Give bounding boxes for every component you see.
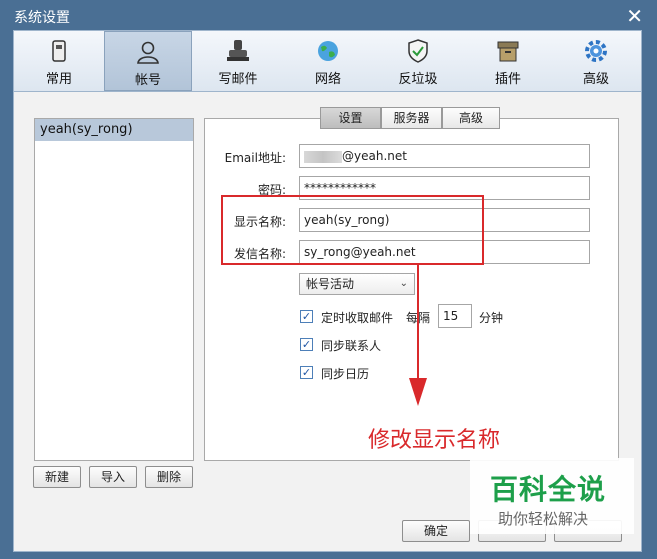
toolbar-plugin[interactable]: 插件: [464, 31, 552, 91]
sender-name-field[interactable]: sy_rong@yeah.net: [299, 240, 590, 264]
toolbar-compose-label: 写邮件: [218, 72, 258, 87]
toolbar-general[interactable]: 常用: [15, 31, 103, 91]
sync-contacts-label: 同步联系人: [321, 339, 382, 353]
email-value: @yeah.net: [342, 149, 407, 163]
compose-icon: [227, 40, 249, 61]
account-activity-value: 帐号活动: [306, 277, 355, 291]
toolbar-antispam[interactable]: 反垃圾: [374, 31, 462, 91]
account-icon: [137, 41, 159, 64]
watermark-logo: 百科全说: [490, 473, 607, 506]
password-label: 密码:: [257, 183, 286, 197]
display-name-label: 显示名称:: [233, 215, 286, 229]
tab-advanced[interactable]: 高级: [442, 107, 500, 129]
title-bar: 系统设置 ✕: [0, 0, 657, 32]
new-account-button[interactable]: 新建: [33, 466, 81, 488]
password-field[interactable]: ************: [299, 176, 590, 200]
arrow-down-icon: [409, 264, 427, 406]
toolbar-network-label: 网络: [314, 72, 341, 87]
watermark: 百科全说 助你轻松解决: [470, 458, 634, 534]
annotation-text: 修改显示名称: [368, 428, 501, 453]
sync-calendar-checkbox[interactable]: ✓: [300, 366, 313, 379]
antispam-icon: [408, 39, 428, 63]
toolbar-plugin-label: 插件: [494, 72, 521, 87]
plugin-icon: [497, 41, 519, 62]
account-activity-select[interactable]: 帐号活动 ⌄: [299, 273, 415, 295]
account-list: yeah(sy_rong): [34, 118, 194, 461]
advanced-icon: [585, 40, 607, 62]
close-icon[interactable]: ✕: [626, 4, 643, 28]
delete-account-button[interactable]: 删除: [145, 466, 193, 488]
window-title: 系统设置: [14, 10, 70, 26]
toolbar-compose[interactable]: 写邮件: [194, 31, 282, 91]
settings-toolbar: 常用 帐号 写邮件 网络 反垃圾 插件 高级: [13, 30, 642, 92]
auto-receive-label: 定时收取邮件: [321, 311, 394, 325]
toolbar-network[interactable]: 网络: [284, 31, 372, 91]
network-icon: [318, 41, 338, 61]
ok-button[interactable]: 确定: [402, 520, 470, 542]
toolbar-account-label: 帐号: [134, 73, 161, 88]
auto-receive-checkbox[interactable]: ✓: [300, 310, 313, 323]
toolbar-antispam-label: 反垃圾: [398, 72, 438, 87]
display-name-field[interactable]: yeah(sy_rong): [299, 208, 590, 232]
tab-server[interactable]: 服务器: [381, 107, 442, 129]
toolbar-advanced[interactable]: 高级: [552, 31, 640, 91]
watermark-slogan: 助你轻松解决: [498, 510, 589, 528]
email-label: Email地址:: [224, 151, 286, 165]
email-field[interactable]: @yeah.net: [299, 144, 590, 168]
general-icon: [52, 40, 66, 62]
interval-unit: 分钟: [479, 311, 504, 325]
interval-input[interactable]: 15: [438, 304, 472, 328]
sync-calendar-label: 同步日历: [321, 367, 370, 381]
toolbar-account[interactable]: 帐号: [104, 31, 192, 91]
toolbar-advanced-label: 高级: [582, 72, 609, 87]
import-account-button[interactable]: 导入: [89, 466, 137, 488]
settings-window: 系统设置 ✕ 常用 帐号 写邮件 网络 反垃圾 插件 高级 yeah(sy_ro…: [0, 0, 657, 559]
account-item[interactable]: yeah(sy_rong): [35, 119, 193, 141]
sync-contacts-checkbox[interactable]: ✓: [300, 338, 313, 351]
sender-name-label: 发信名称:: [233, 247, 286, 261]
tab-settings[interactable]: 设置: [320, 107, 381, 129]
redacted-username: [304, 150, 342, 163]
toolbar-general-label: 常用: [45, 72, 72, 87]
